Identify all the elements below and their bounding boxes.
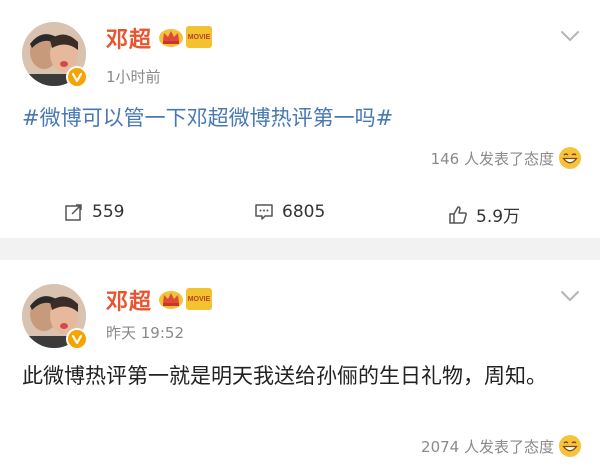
chevron-down-icon[interactable] <box>560 30 580 42</box>
repost-count: 559 <box>92 202 125 222</box>
username[interactable]: 邓超 <box>106 284 152 316</box>
movie-badge-icon: MOVIE <box>186 288 212 310</box>
comment-button[interactable]: 6805 <box>254 202 325 222</box>
post-separator <box>0 238 600 260</box>
weibo-post: 邓超 MOVIE 昨天 19:52 此微博热评第一就是明天我送给孙俪的生日礼物，… <box>0 260 600 471</box>
movie-badge-icon: MOVIE <box>186 26 212 48</box>
reaction-count-text: 146 人发表了态度 <box>430 149 554 168</box>
comment-icon <box>255 204 273 220</box>
post-timestamp: 昨天 19:52 <box>106 324 184 342</box>
weibo-post: 邓超 MOVIE 1小时前 #微博可以管一下邓超微博热评第一吗# 146 人发表… <box>0 0 600 238</box>
like-count: 5.9万 <box>476 207 521 227</box>
reaction-summary[interactable]: 146 人发表了态度 <box>431 146 582 170</box>
crown-icon <box>159 291 183 309</box>
crown-icon <box>159 29 183 47</box>
post-topic-text[interactable]: #微博可以管一下邓超微博热评第一吗# <box>22 100 582 136</box>
laughing-emoji-icon <box>559 435 581 457</box>
reaction-count-text: 2074 人发表了态度 <box>421 437 554 456</box>
repost-button[interactable]: 559 <box>64 202 124 222</box>
reaction-summary[interactable]: 2074 人发表了态度 <box>421 434 582 458</box>
laughing-emoji-icon <box>559 147 581 169</box>
post-timestamp: 1小时前 <box>106 68 161 86</box>
post-action-bar: 559 6805 5.9万 <box>0 196 600 236</box>
like-button[interactable]: 5.9万 <box>448 202 520 227</box>
verified-badge-icon <box>66 66 88 88</box>
comment-count: 6805 <box>282 202 326 222</box>
post-body-text: 此微博热评第一就是明天我送给孙俪的生日礼物，周知。 <box>22 364 547 388</box>
like-icon <box>449 205 467 224</box>
chevron-down-icon[interactable] <box>560 290 580 302</box>
verified-badge-icon <box>66 328 88 350</box>
repost-icon <box>65 204 82 221</box>
username[interactable]: 邓超 <box>106 22 152 54</box>
